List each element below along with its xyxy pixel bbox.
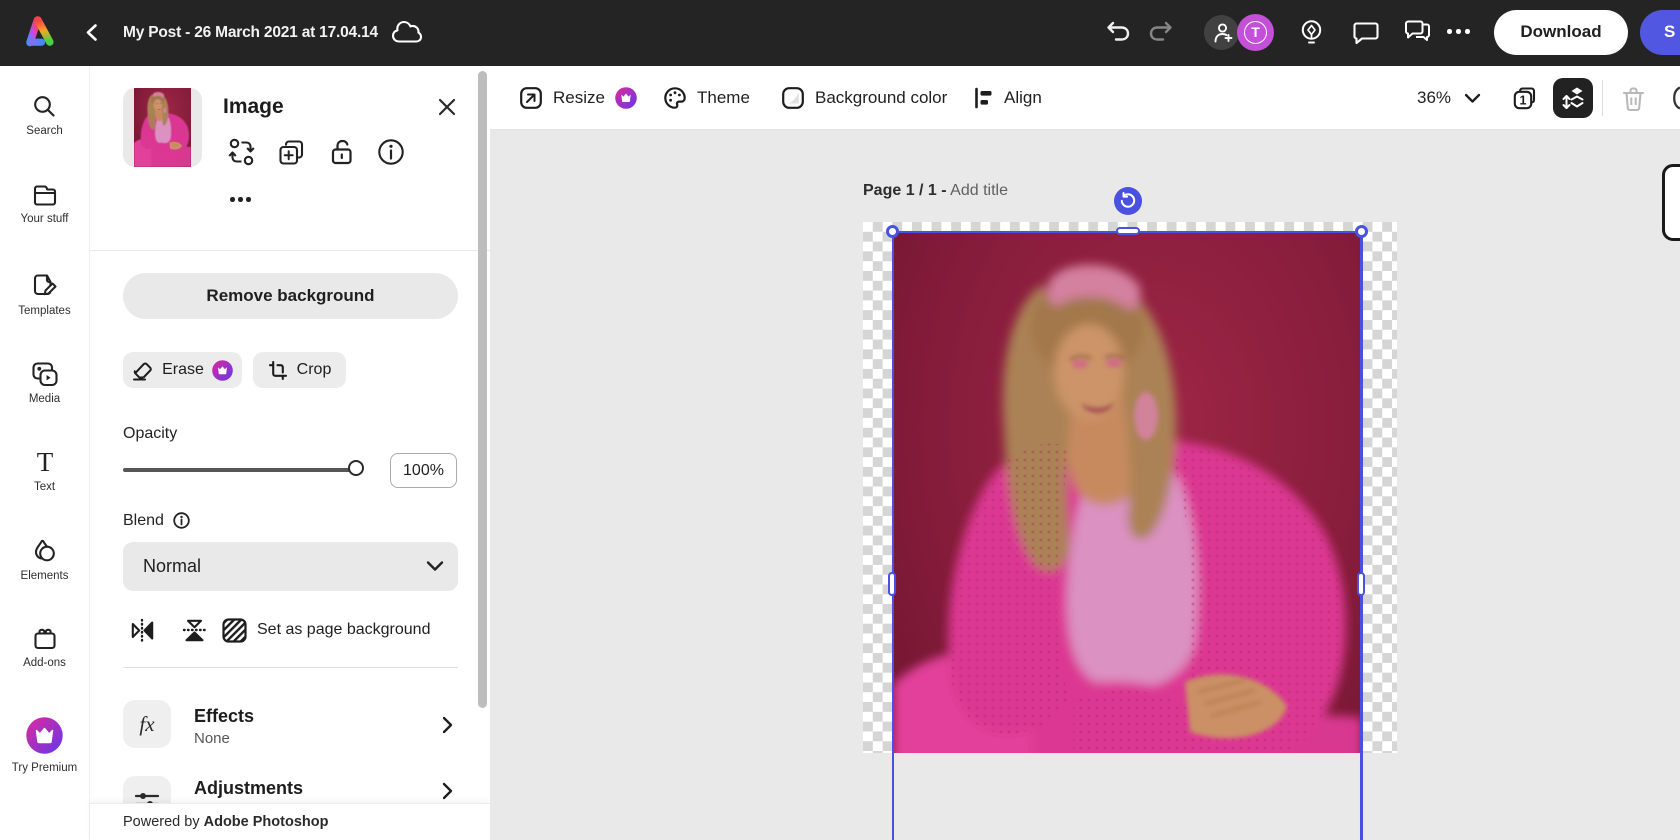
svg-text:T: T	[36, 450, 53, 475]
svg-text:1: 1	[1520, 93, 1527, 107]
